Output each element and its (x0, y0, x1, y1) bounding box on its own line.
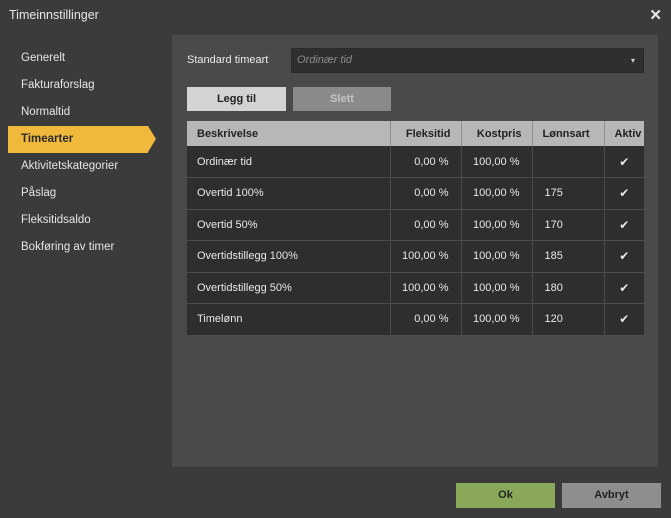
cell-kostpris: 100,00 % (461, 146, 533, 178)
table-row[interactable]: Overtid 50% 0,00 % 100,00 % 170 ✔ (187, 209, 644, 241)
cell-description: Timelønn (187, 303, 391, 336)
cell-fleksitid: 100,00 % (390, 240, 462, 273)
table-row[interactable]: Overtidstillegg 50% 100,00 % 100,00 % 18… (187, 272, 644, 304)
cell-fleksitid: 0,00 % (390, 209, 462, 241)
standard-timeart-label: Standard timeart (187, 54, 269, 66)
chevron-down-icon: ▾ (630, 56, 635, 65)
sidebar: Generelt Fakturaforslag Normaltid Timear… (8, 45, 168, 261)
cell-description: Overtidstillegg 50% (187, 272, 391, 304)
sidebar-item-paslag[interactable]: Påslag (8, 180, 168, 207)
checkmark-icon[interactable]: ✔ (619, 249, 629, 263)
table-row[interactable]: Overtid 100% 0,00 % 100,00 % 175 ✔ (187, 177, 644, 210)
cell-kostpris: 100,00 % (461, 272, 533, 304)
table-row[interactable]: Overtidstillegg 100% 100,00 % 100,00 % 1… (187, 240, 644, 273)
cell-description: Ordinær tid (187, 146, 391, 178)
title-bar: Timeinnstillinger ✕ (0, 0, 671, 30)
sidebar-item-aktivitetskategorier[interactable]: Aktivitetskategorier (8, 153, 168, 180)
checkmark-icon[interactable]: ✔ (619, 218, 629, 232)
cell-lonnsart: 175 (532, 177, 605, 210)
sidebar-item-bokforing[interactable]: Bokføring av timer (8, 234, 168, 261)
cell-fleksitid: 0,00 % (390, 146, 462, 178)
column-header-fleksitid[interactable]: Fleksitid (390, 121, 462, 146)
standard-timeart-select[interactable]: Ordinær tid ▾ (291, 48, 644, 73)
sidebar-item-fakturaforslag[interactable]: Fakturaforslag (8, 72, 168, 99)
delete-button[interactable]: Slett (293, 87, 391, 111)
table-row[interactable]: Timelønn 0,00 % 100,00 % 120 ✔ (187, 303, 644, 336)
sidebar-item-normaltid[interactable]: Normaltid (8, 99, 168, 126)
window-title: Timeinnstillinger (9, 8, 99, 22)
column-header-aktiv[interactable]: Aktiv (604, 121, 644, 146)
checkmark-icon[interactable]: ✔ (619, 186, 629, 200)
table-row[interactable]: Ordinær tid 0,00 % 100,00 % ✔ (187, 146, 644, 178)
timearter-table: Beskrivelse Fleksitid Kostpris Lønnsart … (187, 121, 644, 336)
cell-lonnsart: 120 (532, 303, 605, 336)
close-icon[interactable]: ✕ (649, 8, 662, 23)
content-panel: Standard timeart Ordinær tid ▾ Legg til … (172, 35, 658, 467)
sidebar-item-fleksitidsaldo[interactable]: Fleksitidsaldo (8, 207, 168, 234)
cell-kostpris: 100,00 % (461, 177, 533, 210)
sidebar-item-timearter[interactable]: Timearter (8, 126, 156, 153)
cancel-button[interactable]: Avbryt (562, 483, 661, 508)
cell-description: Overtid 50% (187, 209, 391, 241)
column-header-lonnsart[interactable]: Lønnsart (532, 121, 605, 146)
cell-lonnsart: 185 (532, 240, 605, 273)
checkmark-icon[interactable]: ✔ (619, 155, 629, 169)
cell-fleksitid: 100,00 % (390, 272, 462, 304)
cell-kostpris: 100,00 % (461, 303, 533, 336)
checkmark-icon[interactable]: ✔ (619, 312, 629, 326)
cell-kostpris: 100,00 % (461, 209, 533, 241)
sidebar-item-generelt[interactable]: Generelt (8, 45, 168, 72)
ok-button[interactable]: Ok (456, 483, 555, 508)
standard-timeart-value: Ordinær tid (297, 54, 353, 66)
column-header-kostpris[interactable]: Kostpris (461, 121, 533, 146)
cell-fleksitid: 0,00 % (390, 303, 462, 336)
cell-lonnsart: 180 (532, 272, 605, 304)
cell-fleksitid: 0,00 % (390, 177, 462, 210)
cell-description: Overtid 100% (187, 177, 391, 210)
column-header-beskrivelse[interactable]: Beskrivelse (187, 121, 391, 146)
cell-kostpris: 100,00 % (461, 240, 533, 273)
checkmark-icon[interactable]: ✔ (619, 281, 629, 295)
add-button[interactable]: Legg til (187, 87, 286, 111)
cell-lonnsart: 170 (532, 209, 605, 241)
cell-description: Overtidstillegg 100% (187, 240, 391, 273)
cell-lonnsart (532, 146, 605, 178)
table-header-row: Beskrivelse Fleksitid Kostpris Lønnsart … (187, 121, 644, 146)
